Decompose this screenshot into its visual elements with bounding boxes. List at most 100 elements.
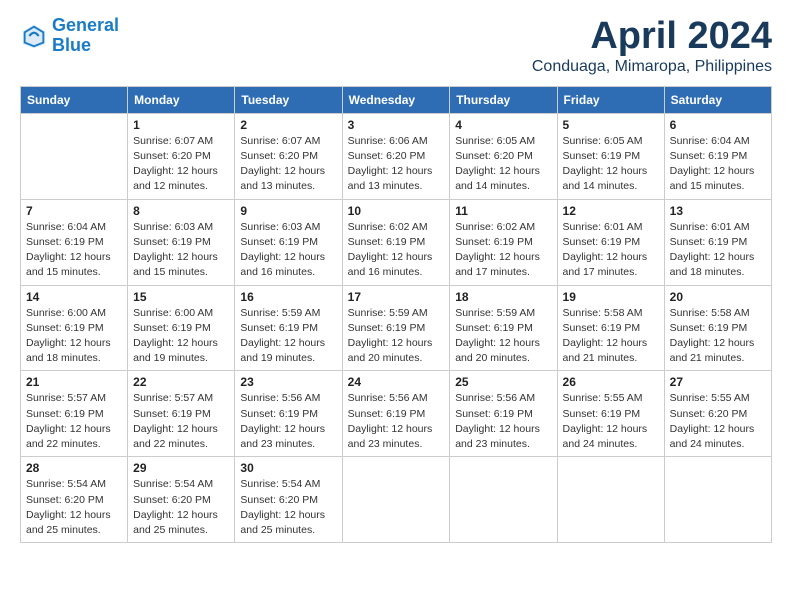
- calendar-cell: 12Sunrise: 6:01 AMSunset: 6:19 PMDayligh…: [557, 199, 664, 285]
- calendar-cell: 26 Sunrise: 5:55 AMSunset: 6:19 PMDayligh…: [557, 371, 664, 457]
- day-number: 10: [348, 204, 445, 218]
- calendar-cell: [557, 457, 664, 543]
- day-info: Sunrise: 5:58 AMSunset: 6:19 PMDaylight:…: [670, 306, 766, 367]
- column-header-tuesday: Tuesday: [235, 86, 342, 113]
- day-number: 3: [348, 118, 445, 132]
- day-number: 8: [133, 204, 229, 218]
- day-info: Sunrise: 6:07 AMSunset: 6:20 PMDaylight:…: [240, 134, 336, 195]
- logo-icon: [20, 22, 48, 50]
- calendar-cell: 29 Sunrise: 5:54 AMSunset: 6:20 PMDayligh…: [128, 457, 235, 543]
- day-info: Sunrise: 6:02 AMSunset: 6:19 PMDaylight:…: [348, 220, 445, 281]
- logo-line2: Blue: [52, 35, 91, 55]
- title-area: April 2024 Conduaga, Mimaropa, Philippin…: [532, 16, 772, 76]
- day-number: 20: [670, 290, 766, 304]
- week-row-3: 14 Sunrise: 6:00 AMSunset: 6:19 PMDayligh…: [21, 285, 772, 371]
- day-info: Sunrise: 5:54 AMSunset: 6:20 PMDaylight:…: [133, 477, 229, 538]
- column-header-saturday: Saturday: [664, 86, 771, 113]
- calendar-cell: [342, 457, 450, 543]
- day-number: 22: [133, 375, 229, 389]
- logo-text: General Blue: [52, 16, 119, 56]
- day-info: Sunrise: 6:01 AMSunset: 6:19 PMDaylight:…: [563, 220, 659, 281]
- location-subtitle: Conduaga, Mimaropa, Philippines: [532, 58, 772, 76]
- day-number: 19: [563, 290, 659, 304]
- calendar-cell: 4Sunrise: 6:05 AMSunset: 6:20 PMDaylight…: [450, 113, 557, 199]
- calendar-cell: 18Sunrise: 5:59 AMSunset: 6:19 PMDayligh…: [450, 285, 557, 371]
- calendar-cell: 24 Sunrise: 5:56 AMSunset: 6:19 PMDayligh…: [342, 371, 450, 457]
- calendar-cell: 17 Sunrise: 5:59 AMSunset: 6:19 PMDayligh…: [342, 285, 450, 371]
- week-row-5: 28 Sunrise: 5:54 AMSunset: 6:20 PMDayligh…: [21, 457, 772, 543]
- day-info: Sunrise: 5:54 AMSunset: 6:20 PMDaylight:…: [240, 477, 336, 538]
- day-number: 29: [133, 461, 229, 475]
- calendar-cell: 8Sunrise: 6:03 AMSunset: 6:19 PMDaylight…: [128, 199, 235, 285]
- day-number: 27: [670, 375, 766, 389]
- calendar-cell: 1 Sunrise: 6:07 AMSunset: 6:20 PMDaylight…: [128, 113, 235, 199]
- day-info: Sunrise: 5:55 AMSunset: 6:20 PMDaylight:…: [670, 391, 766, 452]
- day-info: Sunrise: 5:56 AMSunset: 6:19 PMDaylight:…: [348, 391, 445, 452]
- day-info: Sunrise: 6:00 AMSunset: 6:19 PMDaylight:…: [26, 306, 122, 367]
- day-number: 30: [240, 461, 336, 475]
- day-info: Sunrise: 6:04 AMSunset: 6:19 PMDaylight:…: [670, 134, 766, 195]
- calendar-cell: 6 Sunrise: 6:04 AMSunset: 6:19 PMDaylight…: [664, 113, 771, 199]
- logo: General Blue: [20, 16, 119, 56]
- day-number: 24: [348, 375, 445, 389]
- week-row-4: 21Sunrise: 5:57 AMSunset: 6:19 PMDayligh…: [21, 371, 772, 457]
- calendar-cell: 27 Sunrise: 5:55 AMSunset: 6:20 PMDayligh…: [664, 371, 771, 457]
- day-number: 9: [240, 204, 336, 218]
- day-info: Sunrise: 6:00 AMSunset: 6:19 PMDaylight:…: [133, 306, 229, 367]
- day-info: Sunrise: 5:54 AMSunset: 6:20 PMDaylight:…: [26, 477, 122, 538]
- day-number: 7: [26, 204, 122, 218]
- day-info: Sunrise: 6:03 AMSunset: 6:19 PMDaylight:…: [240, 220, 336, 281]
- week-row-2: 7Sunrise: 6:04 AMSunset: 6:19 PMDaylight…: [21, 199, 772, 285]
- calendar-cell: 3Sunrise: 6:06 AMSunset: 6:20 PMDaylight…: [342, 113, 450, 199]
- column-header-monday: Monday: [128, 86, 235, 113]
- calendar-cell: 10 Sunrise: 6:02 AMSunset: 6:19 PMDayligh…: [342, 199, 450, 285]
- calendar-cell: 11Sunrise: 6:02 AMSunset: 6:19 PMDayligh…: [450, 199, 557, 285]
- day-info: Sunrise: 6:02 AMSunset: 6:19 PMDaylight:…: [455, 220, 551, 281]
- day-number: 14: [26, 290, 122, 304]
- day-number: 1: [133, 118, 229, 132]
- day-number: 15: [133, 290, 229, 304]
- day-info: Sunrise: 5:59 AMSunset: 6:19 PMDaylight:…: [240, 306, 336, 367]
- calendar-cell: [450, 457, 557, 543]
- day-info: Sunrise: 5:59 AMSunset: 6:19 PMDaylight:…: [455, 306, 551, 367]
- day-info: Sunrise: 6:05 AMSunset: 6:19 PMDaylight:…: [563, 134, 659, 195]
- calendar-cell: 2 Sunrise: 6:07 AMSunset: 6:20 PMDaylight…: [235, 113, 342, 199]
- day-info: Sunrise: 5:56 AMSunset: 6:19 PMDaylight:…: [240, 391, 336, 452]
- calendar-cell: 19 Sunrise: 5:58 AMSunset: 6:19 PMDayligh…: [557, 285, 664, 371]
- day-number: 28: [26, 461, 122, 475]
- month-title: April 2024: [532, 16, 772, 58]
- calendar-cell: 22Sunrise: 5:57 AMSunset: 6:19 PMDayligh…: [128, 371, 235, 457]
- day-info: Sunrise: 6:07 AMSunset: 6:20 PMDaylight:…: [133, 134, 229, 195]
- calendar-cell: 9 Sunrise: 6:03 AMSunset: 6:19 PMDaylight…: [235, 199, 342, 285]
- calendar-cell: 16Sunrise: 5:59 AMSunset: 6:19 PMDayligh…: [235, 285, 342, 371]
- day-number: 2: [240, 118, 336, 132]
- page-header: General Blue April 2024 Conduaga, Mimaro…: [20, 16, 772, 76]
- calendar-cell: 25Sunrise: 5:56 AMSunset: 6:19 PMDayligh…: [450, 371, 557, 457]
- logo-line1: General: [52, 15, 119, 35]
- day-number: 4: [455, 118, 551, 132]
- calendar-cell: 28 Sunrise: 5:54 AMSunset: 6:20 PMDayligh…: [21, 457, 128, 543]
- column-header-thursday: Thursday: [450, 86, 557, 113]
- day-info: Sunrise: 6:01 AMSunset: 6:19 PMDaylight:…: [670, 220, 766, 281]
- day-number: 17: [348, 290, 445, 304]
- calendar-cell: 20 Sunrise: 5:58 AMSunset: 6:19 PMDayligh…: [664, 285, 771, 371]
- calendar-cell: 15 Sunrise: 6:00 AMSunset: 6:19 PMDayligh…: [128, 285, 235, 371]
- calendar-cell: 7Sunrise: 6:04 AMSunset: 6:19 PMDaylight…: [21, 199, 128, 285]
- day-info: Sunrise: 5:55 AMSunset: 6:19 PMDaylight:…: [563, 391, 659, 452]
- calendar-cell: 30 Sunrise: 5:54 AMSunset: 6:20 PMDayligh…: [235, 457, 342, 543]
- calendar-table: SundayMondayTuesdayWednesdayThursdayFrid…: [20, 86, 772, 543]
- day-number: 5: [563, 118, 659, 132]
- column-header-wednesday: Wednesday: [342, 86, 450, 113]
- day-number: 23: [240, 375, 336, 389]
- calendar-cell: 5 Sunrise: 6:05 AMSunset: 6:19 PMDaylight…: [557, 113, 664, 199]
- day-number: 26: [563, 375, 659, 389]
- column-header-friday: Friday: [557, 86, 664, 113]
- day-info: Sunrise: 5:57 AMSunset: 6:19 PMDaylight:…: [26, 391, 122, 452]
- day-number: 6: [670, 118, 766, 132]
- day-number: 25: [455, 375, 551, 389]
- calendar-body: 1 Sunrise: 6:07 AMSunset: 6:20 PMDaylight…: [21, 113, 772, 542]
- day-info: Sunrise: 5:59 AMSunset: 6:19 PMDaylight:…: [348, 306, 445, 367]
- calendar-cell: 23 Sunrise: 5:56 AMSunset: 6:19 PMDayligh…: [235, 371, 342, 457]
- day-number: 13: [670, 204, 766, 218]
- day-info: Sunrise: 5:58 AMSunset: 6:19 PMDaylight:…: [563, 306, 659, 367]
